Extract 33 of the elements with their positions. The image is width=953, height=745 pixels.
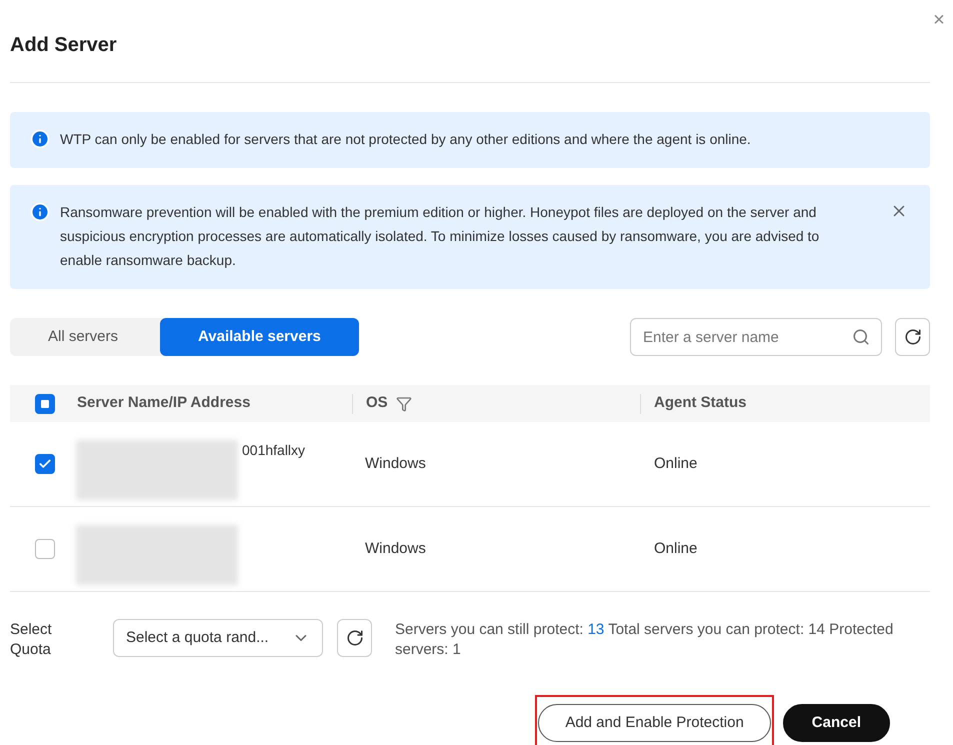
table-cell-text: Online bbox=[653, 454, 698, 474]
quota-select[interactable]: Select a quota rand... bbox=[113, 619, 323, 657]
refresh-button[interactable] bbox=[895, 318, 930, 356]
check-icon bbox=[38, 457, 52, 471]
quota-info-text: Servers you can still protect: 13 Total servers you can protect: 14 Protected servers: 1 bbox=[395, 620, 894, 660]
select-placeholder: Select a quota rand... bbox=[126, 628, 270, 648]
table-cell-text: Windows bbox=[364, 538, 427, 559]
action-button[interactable]: Cancel bbox=[782, 704, 890, 742]
refresh-button[interactable] bbox=[337, 619, 372, 657]
action-button[interactable]: Add and Enable Protection bbox=[538, 704, 771, 742]
search-icon[interactable] bbox=[852, 328, 870, 346]
table-cell-text: Windows bbox=[364, 454, 427, 474]
tab[interactable]: Available servers bbox=[160, 318, 359, 356]
refresh-icon bbox=[346, 629, 364, 647]
alert-text: WTP can only be enabled for servers that are not protected by any other editions and where the agent is online. bbox=[60, 130, 752, 149]
column-header: Agent Status bbox=[654, 393, 747, 414]
table-cell-text: Online bbox=[653, 538, 698, 559]
search-field[interactable]: Enter a server name bbox=[630, 318, 882, 356]
quota-label: Select Quota bbox=[10, 620, 53, 660]
filter-icon[interactable] bbox=[396, 396, 412, 412]
info-icon bbox=[30, 129, 50, 149]
refresh-icon bbox=[904, 328, 922, 346]
checkbox[interactable] bbox=[35, 394, 55, 414]
column-header: Server Name/IP Address bbox=[77, 393, 250, 414]
checkbox[interactable] bbox=[35, 454, 55, 474]
info-icon bbox=[30, 202, 50, 222]
indeterminate-mark bbox=[41, 400, 49, 408]
table-cell-text: 001hfallxy bbox=[242, 441, 306, 460]
close-button[interactable]: × bbox=[927, 8, 951, 32]
checkbox[interactable] bbox=[35, 539, 55, 559]
alert-text: Ransomware prevention will be enabled with the premium edition or higher. Honeypot files are deployed on the server and suspicious encryption processes are automatically isolated. To minimize losses caused by ransomware, you are advised to enable ransomware backup. bbox=[60, 203, 820, 270]
dialog-title: Add Server bbox=[10, 0, 930, 83]
column-header: OS bbox=[366, 393, 388, 414]
